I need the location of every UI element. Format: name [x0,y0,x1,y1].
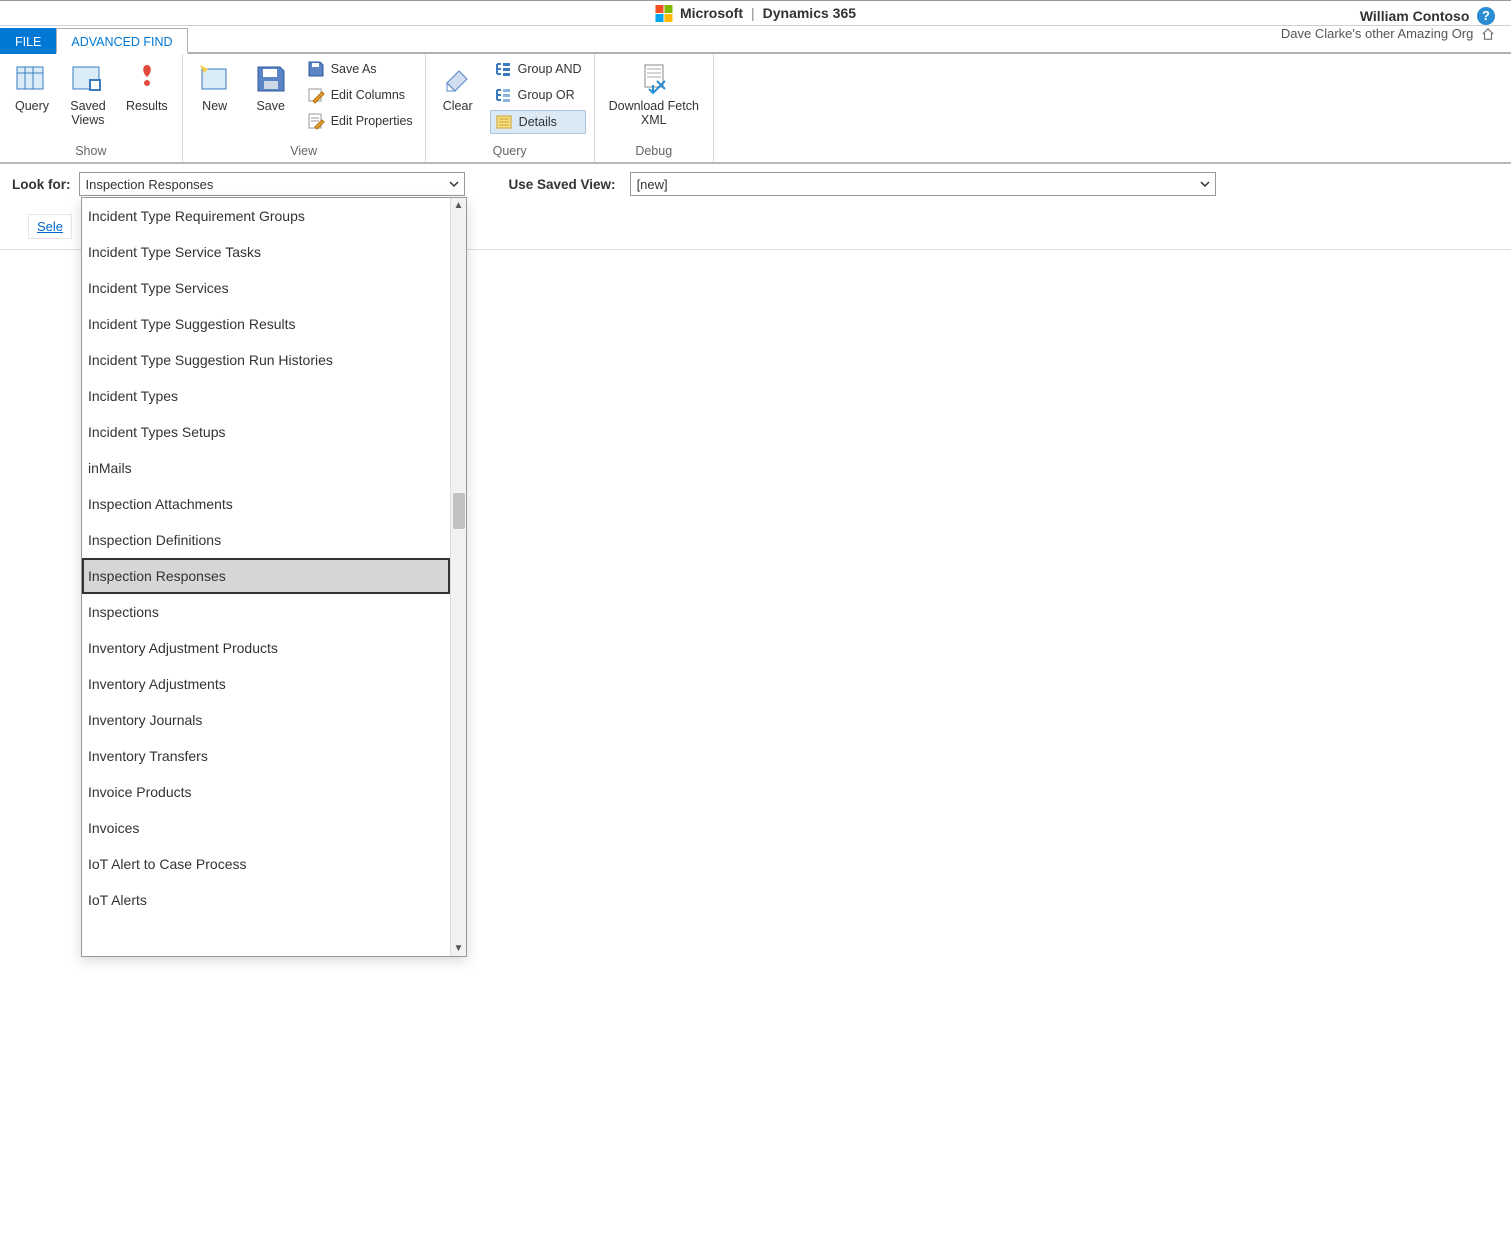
saved-views-icon [71,62,105,96]
results-label: Results [126,100,168,114]
new-icon [198,62,232,96]
query-icon [15,62,49,96]
scroll-up-arrow-icon[interactable]: ▲ [454,198,464,213]
saved-views-button[interactable]: Saved Views [64,58,112,132]
save-as-icon [307,60,325,78]
save-label: Save [256,100,285,114]
edit-properties-button[interactable]: Edit Properties [303,110,417,132]
edit-properties-icon [307,112,325,130]
details-icon [495,113,513,131]
group-or-button[interactable]: Group OR [490,84,586,106]
ribbon-group-query: Clear Group AND Group OR [426,54,595,162]
dropdown-item[interactable]: Incident Type Services [82,270,450,306]
download-fetch-xml-label: Download Fetch XML [609,100,699,128]
dropdown-item[interactable]: Inventory Adjustment Products [82,630,450,666]
user-area: William Contoso ? Dave Clarke's other Am… [1281,7,1495,43]
look-for-value: Inspection Responses [86,177,214,192]
brand-divider: | [751,5,755,21]
details-label: Details [519,116,557,129]
save-as-label: Save As [331,63,377,76]
org-name: Dave Clarke's other Amazing Org [1281,26,1474,41]
dropdown-item[interactable]: Inspections [82,594,450,630]
details-button[interactable]: Details [490,110,586,134]
dropdown-item[interactable]: Incident Type Suggestion Results [82,306,450,342]
ribbon-group-view: New Save Save As E [183,54,426,162]
dropdown-item[interactable]: Incident Type Requirement Groups [82,198,450,234]
group-view-label: View [191,144,417,160]
save-as-button[interactable]: Save As [303,58,417,80]
app-header: Microsoft | Dynamics 365 William Contoso… [0,0,1511,26]
dropdown-item[interactable]: IoT Alerts [82,882,450,918]
group-or-label: Group OR [518,89,575,102]
dropdown-list: Incident Type Requirement GroupsIncident… [82,198,450,956]
home-icon[interactable] [1481,27,1495,41]
clear-icon [441,62,475,96]
brand-ms: Microsoft [680,5,743,21]
dropdown-item[interactable]: Incident Type Service Tasks [82,234,450,270]
group-or-icon [494,86,512,104]
ribbon-group-show: Query Saved Views Results Show [0,54,183,162]
tab-advanced-find[interactable]: ADVANCED FIND [56,28,187,54]
dropdown-item[interactable]: Inspection Responses [82,558,450,594]
brand-product: Dynamics 365 [763,5,856,21]
look-for-label: Look for: [12,177,71,192]
group-debug-label: Debug [603,144,705,160]
query-button[interactable]: Query [8,58,56,132]
group-and-label: Group AND [518,63,582,76]
dropdown-item[interactable]: Incident Types [82,378,450,414]
save-button[interactable]: Save [247,58,295,132]
chevron-down-icon [1199,178,1211,190]
ribbon: Query Saved Views Results Show [0,54,1511,164]
saved-view-select[interactable]: [new] [630,172,1216,196]
dropdown-item[interactable]: Inventory Transfers [82,738,450,774]
ribbon-group-debug: Download Fetch XML Debug [595,54,714,162]
download-fetch-xml-button[interactable]: Download Fetch XML [603,58,705,132]
edit-columns-button[interactable]: Edit Columns [303,84,417,106]
dropdown-item[interactable]: Invoices [82,810,450,846]
look-for-select[interactable]: Inspection Responses [79,172,465,196]
saved-view-value: [new] [637,177,668,192]
tab-file[interactable]: FILE [0,28,56,54]
results-icon [130,62,164,96]
scroll-down-arrow-icon[interactable]: ▼ [454,941,464,956]
user-name: William Contoso [1360,7,1470,25]
dropdown-item[interactable]: Inspection Definitions [82,522,450,558]
save-icon [254,62,288,96]
saved-views-label: Saved Views [70,100,105,128]
download-fetch-xml-icon [637,62,671,96]
clear-button[interactable]: Clear [434,58,482,134]
dropdown-item[interactable]: Incident Types Setups [82,414,450,450]
edit-properties-label: Edit Properties [331,115,413,128]
scroll-thumb[interactable] [453,493,465,529]
dropdown-item[interactable]: Inventory Journals [82,702,450,738]
dropdown-item[interactable]: inMails [82,450,450,486]
edit-columns-label: Edit Columns [331,89,405,102]
dropdown-scrollbar[interactable]: ▲ ▼ [450,198,466,956]
clear-label: Clear [443,100,473,114]
group-query-label: Query [434,144,586,160]
help-icon[interactable]: ? [1477,7,1495,25]
select-link[interactable]: Sele [28,214,72,239]
dropdown-item[interactable]: Inspection Attachments [82,486,450,522]
edit-columns-icon [307,86,325,104]
look-for-dropdown: Incident Type Requirement GroupsIncident… [81,197,467,957]
group-and-icon [494,60,512,78]
scroll-track[interactable] [451,213,466,941]
new-button[interactable]: New [191,58,239,132]
dropdown-item[interactable]: Incident Type Suggestion Run Histories [82,342,450,378]
use-saved-view-label: Use Saved View: [509,177,616,192]
dropdown-item[interactable]: IoT Alert to Case Process [82,846,450,882]
new-label: New [202,100,227,114]
group-show-label: Show [8,144,174,160]
microsoft-logo-icon [655,5,672,22]
results-button[interactable]: Results [120,58,174,132]
brand-area: Microsoft | Dynamics 365 [655,5,856,22]
dropdown-item[interactable]: Invoice Products [82,774,450,810]
group-and-button[interactable]: Group AND [490,58,586,80]
chevron-down-icon [448,178,460,190]
query-label: Query [15,100,49,114]
dropdown-item[interactable]: Inventory Adjustments [82,666,450,702]
